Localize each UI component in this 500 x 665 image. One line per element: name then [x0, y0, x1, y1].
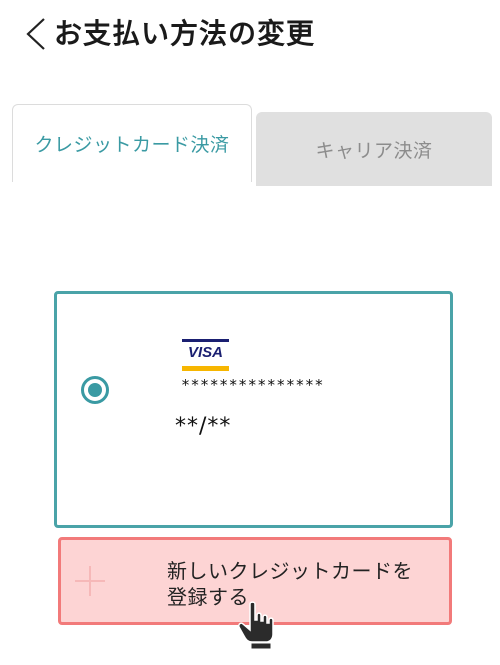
- radio-selected-dot: [88, 383, 102, 397]
- card-number: ***************: [181, 376, 324, 394]
- card-expiry: **/**: [175, 414, 232, 439]
- chevron-left-icon: [26, 18, 45, 50]
- tab-credit-card[interactable]: クレジットカード決済: [12, 104, 252, 182]
- card-brand: VISA: [187, 344, 223, 361]
- add-card-label: 新しいクレジットカードを登録する: [167, 559, 413, 609]
- payment-tabs: クレジットカード決済 キャリア決済: [0, 104, 500, 186]
- visa-logo: VISA: [182, 339, 229, 371]
- card-radio-button[interactable]: [81, 376, 109, 404]
- hand-pointer-icon: [238, 601, 274, 650]
- page-title: お支払い方法の変更: [54, 17, 316, 50]
- payment-method-screen: お支払い方法の変更 クレジットカード決済 キャリア決済 VISA *******…: [0, 0, 500, 665]
- back-button[interactable]: [22, 16, 50, 52]
- header: お支払い方法の変更: [0, 0, 500, 70]
- saved-card-option[interactable]: VISA *************** **/**: [54, 291, 453, 528]
- visa-logo-bar: [182, 366, 229, 371]
- tab-carrier-billing[interactable]: キャリア決済: [256, 112, 492, 186]
- plus-icon: [75, 566, 105, 596]
